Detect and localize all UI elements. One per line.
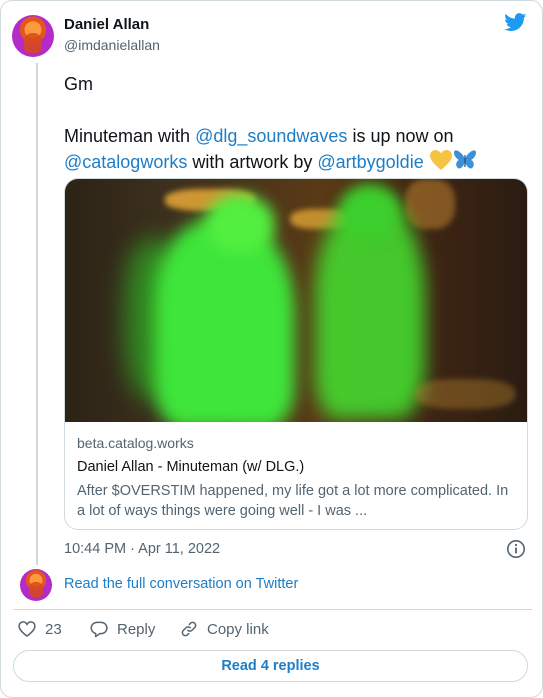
speech-bubble-icon bbox=[90, 621, 108, 638]
copy-link-button[interactable]: Copy link bbox=[179, 619, 269, 639]
author-name[interactable]: Daniel Allan bbox=[64, 16, 149, 33]
tweet-line-3: @catalogworks with artwork by @artbygold… bbox=[64, 149, 526, 175]
info-icon[interactable] bbox=[506, 539, 526, 559]
mention-link-artbygoldie[interactable]: @artbygoldie bbox=[317, 152, 423, 172]
read-full-conversation-link[interactable]: Read the full conversation on Twitter bbox=[64, 576, 298, 592]
link-icon bbox=[181, 621, 197, 637]
reply-label: Reply bbox=[117, 620, 156, 638]
twitter-bird-icon[interactable] bbox=[503, 11, 528, 33]
copy-link-label: Copy link bbox=[207, 620, 269, 638]
conversation-avatar[interactable] bbox=[20, 569, 52, 601]
reply-button[interactable]: Reply bbox=[89, 619, 155, 639]
tweet-line-1: Gm bbox=[64, 74, 93, 94]
read-replies-button[interactable]: Read 4 replies bbox=[13, 650, 528, 682]
thread-line bbox=[36, 63, 38, 565]
link-preview-image[interactable] bbox=[65, 179, 527, 422]
author-handle[interactable]: @imdanielallan bbox=[64, 37, 160, 53]
link-domain: beta.catalog.works bbox=[77, 435, 194, 451]
tweet-text-segment: is up now on bbox=[347, 126, 454, 146]
embedded-tweet-card: Daniel Allan @imdanielallan Gm Minuteman… bbox=[0, 0, 543, 698]
mention-link-catalogworks[interactable]: @catalogworks bbox=[64, 152, 187, 172]
link-description: After $OVERSTIM happened, my life got a … bbox=[77, 483, 509, 519]
tweet-line-2: Minuteman with @dlg_soundwaves is up now… bbox=[64, 123, 526, 149]
mention-link-dlg-soundwaves[interactable]: @dlg_soundwaves bbox=[195, 126, 347, 146]
divider bbox=[13, 609, 532, 610]
author-avatar[interactable] bbox=[12, 15, 54, 57]
butterfly-emoji-icon bbox=[453, 150, 476, 169]
tweet-text-segment: with artwork by bbox=[187, 152, 318, 172]
yellow-heart-emoji-icon bbox=[429, 150, 452, 170]
tweet-text: Gm Minuteman with @dlg_soundwaves is up … bbox=[64, 71, 526, 175]
like-count: 23 bbox=[45, 620, 62, 638]
tweet-text-segment: Minuteman with bbox=[64, 126, 196, 146]
link-preview-card[interactable]: beta.catalog.works Daniel Allan - Minute… bbox=[64, 178, 528, 530]
like-button[interactable]: 23 bbox=[17, 619, 62, 639]
link-title: Daniel Allan - Minuteman (w/ DLG.) bbox=[77, 459, 305, 475]
action-bar: 23 Reply Copy link bbox=[1, 619, 542, 643]
tweet-timestamp[interactable]: 10:44 PM · Apr 11, 2022 bbox=[64, 541, 220, 557]
heart-icon bbox=[18, 621, 36, 638]
